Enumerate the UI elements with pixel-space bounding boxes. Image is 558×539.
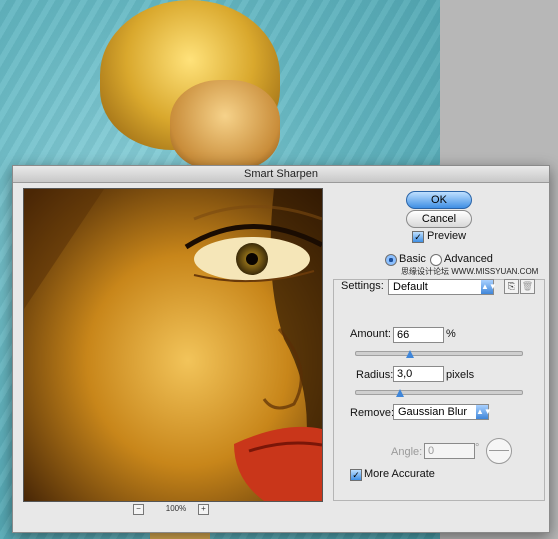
zoom-value: 100%: [165, 504, 187, 513]
advanced-label: Advanced: [444, 253, 493, 265]
checkmark-icon: ✓: [414, 232, 422, 242]
save-settings-icon[interactable]: ⎘: [504, 279, 519, 294]
settings-value: Default: [393, 281, 428, 293]
dialog-title: Smart Sharpen: [13, 166, 549, 183]
amount-label: Amount:: [350, 328, 391, 340]
angle-input[interactable]: 0: [424, 443, 475, 459]
photo-face: [170, 80, 280, 170]
angle-label: Angle:: [391, 446, 423, 458]
angle-dial-line: [489, 450, 509, 451]
advanced-radio[interactable]: [430, 254, 442, 266]
delete-settings-icon[interactable]: 🗑: [520, 279, 535, 294]
amount-slider-thumb[interactable]: [405, 350, 414, 358]
ok-button[interactable]: OK: [406, 191, 472, 209]
angle-unit: °: [475, 442, 480, 454]
remove-label: Remove:: [350, 407, 395, 419]
radius-slider-thumb[interactable]: [395, 389, 404, 397]
amount-unit: %: [446, 328, 456, 340]
remove-value: Gaussian Blur: [398, 406, 468, 418]
more-accurate-label: More Accurate: [364, 468, 435, 480]
radius-label: Radius:: [356, 369, 394, 381]
cancel-button[interactable]: Cancel: [406, 210, 472, 228]
smart-sharpen-dialog: Smart Sharpen − 100% + OK Cancel ✓ Previ…: [12, 165, 550, 533]
zoom-controls: − 100% +: [133, 504, 223, 518]
settings-label: Settings:: [341, 280, 384, 292]
preview-photo: [24, 189, 322, 501]
preview-checkbox[interactable]: ✓: [412, 231, 424, 243]
watermark-text: 思缘设计论坛 WWW.MISSYUAN.COM: [401, 267, 539, 276]
amount-slider[interactable]: [355, 351, 523, 356]
zoom-out-button[interactable]: −: [133, 504, 144, 515]
basic-radio[interactable]: [385, 254, 397, 266]
dropdown-arrow-icon: ▲▼: [481, 280, 497, 294]
radius-slider[interactable]: [355, 390, 523, 395]
zoom-in-button[interactable]: +: [198, 504, 209, 515]
amount-input[interactable]: 66: [393, 327, 444, 343]
preview-label: Preview: [427, 230, 467, 242]
radius-input[interactable]: 3,0: [393, 366, 444, 382]
dropdown-arrow-icon: ▲▼: [476, 405, 492, 419]
more-accurate-checkbox[interactable]: ✓: [350, 469, 362, 481]
radius-unit: pixels: [446, 369, 475, 381]
remove-select[interactable]: Gaussian Blur ▲▼: [393, 404, 492, 420]
basic-label: Basic: [399, 253, 426, 265]
angle-dial-icon[interactable]: [486, 438, 512, 464]
checkmark-icon: ✓: [352, 470, 360, 480]
settings-select[interactable]: Default ▲▼: [388, 279, 497, 295]
preview-image[interactable]: [23, 188, 323, 502]
